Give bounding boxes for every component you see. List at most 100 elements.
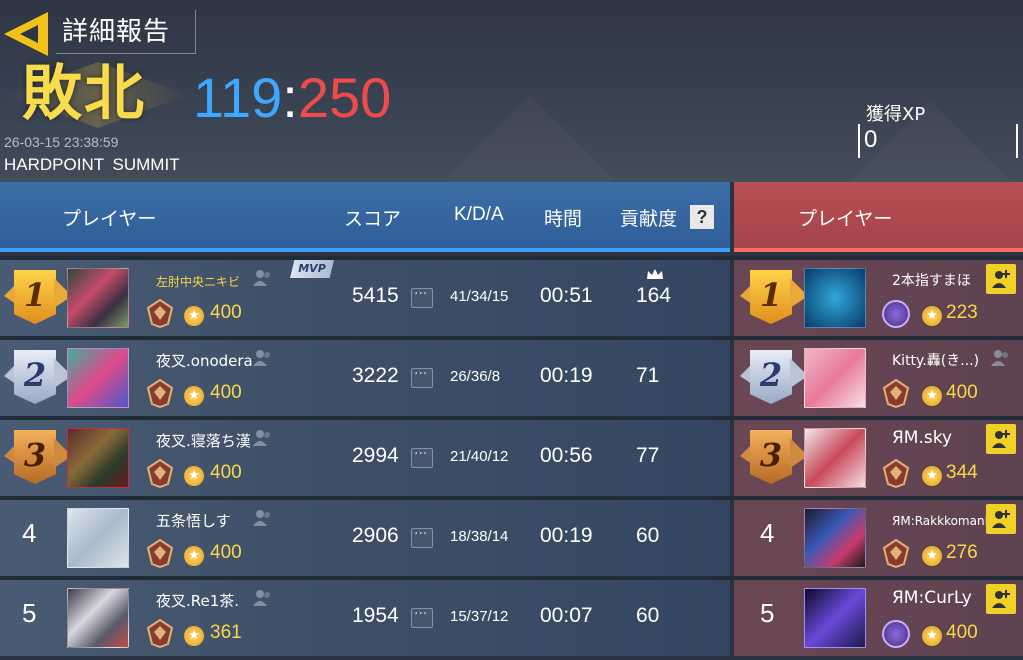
player-time: 00:07 — [540, 604, 593, 627]
player-name[interactable]: ЯM:CurLy — [892, 588, 972, 608]
coin-icon: ★ — [184, 306, 204, 326]
rank-badge: 3 — [750, 430, 792, 484]
player-kda: 15/37/12 — [450, 608, 509, 625]
column-enemy-player: プレイヤー — [798, 208, 893, 230]
player-score: 3222 — [352, 364, 399, 387]
player-name[interactable]: 2本指すまほ — [892, 270, 971, 290]
player-name[interactable]: 夜叉.Re1茶. — [156, 590, 239, 611]
friend-icon[interactable] — [252, 508, 274, 528]
team-row[interactable]: 2 夜叉.onodera ★ 400 3222 26/36/8 00:19 71 — [0, 340, 730, 416]
player-score: 2994 — [352, 444, 399, 467]
avatar[interactable] — [804, 348, 866, 408]
player-score: 1954 — [352, 604, 399, 627]
friend-icon[interactable] — [252, 268, 274, 288]
team-row[interactable]: 1 左肘中央ニキビ ★ 400 MVP 5415 41/34/15 00:51 … — [0, 260, 730, 336]
coin-icon: ★ — [922, 546, 942, 566]
add-friend-button[interactable] — [986, 264, 1016, 294]
xp-box — [858, 124, 1018, 158]
add-friend-button[interactable] — [986, 424, 1016, 454]
xp-label: 獲得XP — [866, 104, 926, 125]
add-friend-icon — [992, 430, 1010, 448]
coin-icon: ★ — [184, 386, 204, 406]
avatar[interactable] — [67, 508, 129, 568]
avatar[interactable] — [804, 588, 866, 648]
help-icon[interactable]: ? — [690, 205, 714, 229]
coin-value: 400 — [210, 302, 242, 323]
friend-icon[interactable] — [252, 588, 274, 608]
more-icon[interactable] — [411, 366, 433, 388]
avatar[interactable] — [804, 268, 866, 328]
back-arrow-icon[interactable] — [4, 12, 48, 56]
rank-number: 5 — [22, 598, 37, 628]
coin-icon: ★ — [922, 306, 942, 326]
add-friend-icon — [992, 590, 1010, 608]
xp-value: 0 — [864, 126, 878, 153]
enemy-row[interactable]: 3 ЯM.sky ★ 344 — [734, 420, 1023, 496]
avatar[interactable] — [67, 588, 129, 648]
friend-icon[interactable] — [252, 428, 274, 448]
crown-icon — [647, 269, 663, 279]
player-contribution: 60 — [636, 524, 660, 547]
column-score: スコア — [344, 208, 402, 230]
enemy-row[interactable]: 5 ЯM:CurLy ★ 400 — [734, 580, 1023, 656]
player-contribution: 60 — [636, 604, 660, 627]
score-separator: : — [282, 66, 298, 129]
player-kda: 21/40/12 — [450, 448, 509, 465]
background-shape — [445, 95, 615, 182]
friend-icon[interactable] — [252, 348, 274, 368]
rank-number: 4 — [760, 518, 775, 548]
player-name[interactable]: Kitty.轟(き...) — [892, 350, 979, 370]
player-name[interactable]: 夜叉.寝落ち漢 — [156, 430, 251, 451]
mvp-badge: MVP — [290, 260, 334, 278]
player-kda: 41/34/15 — [450, 288, 509, 305]
more-icon[interactable] — [411, 526, 433, 548]
add-friend-button[interactable] — [986, 504, 1016, 534]
player-name[interactable]: 夜叉.onodera — [156, 350, 253, 371]
coin-value: 400 — [210, 462, 242, 483]
rank-emblem-icon — [146, 298, 174, 328]
team-column-header: プレイヤー スコア K/D/A 時間 貢献度 — [0, 182, 730, 252]
player-time: 00:56 — [540, 444, 593, 467]
rank-badge: 1 — [750, 270, 792, 324]
player-time: 00:51 — [540, 284, 593, 307]
rank-emblem-icon — [146, 618, 174, 648]
coin-icon: ★ — [922, 386, 942, 406]
avatar[interactable] — [67, 348, 129, 408]
rank-emblem-icon — [882, 538, 910, 568]
player-contribution: 77 — [636, 444, 660, 467]
avatar[interactable] — [67, 268, 129, 328]
coin-icon: ★ — [184, 466, 204, 486]
player-name[interactable]: ЯM:RakkkomanN — [892, 514, 994, 528]
match-mode: HARDPOINT SUMMIT — [4, 155, 180, 174]
friend-icon[interactable] — [990, 348, 1012, 368]
player-score: 2906 — [352, 524, 399, 547]
more-icon[interactable] — [411, 286, 433, 308]
add-friend-button[interactable] — [986, 584, 1016, 614]
avatar[interactable] — [804, 428, 866, 488]
row-background — [734, 500, 1023, 576]
enemy-row[interactable]: 1 2本指すまほ ★ 223 — [734, 260, 1023, 336]
coin-value: 400 — [210, 542, 242, 563]
team-row[interactable]: 4 五条悟しす ★ 400 2906 18/38/14 00:19 60 — [0, 500, 730, 576]
rank-badge: 1 — [14, 270, 56, 324]
team-row[interactable]: 3 夜叉.寝落ち漢 ★ 400 2994 21/40/12 00:56 77 — [0, 420, 730, 496]
rank-emblem-icon — [146, 538, 174, 568]
player-kda: 26/36/8 — [450, 368, 501, 385]
team-row[interactable]: 5 夜叉.Re1茶. ★ 361 1954 15/37/12 00:07 60 — [0, 580, 730, 656]
enemy-row[interactable]: 4 ЯM:RakkkomanN ★ 276 — [734, 500, 1023, 576]
player-time: 00:19 — [540, 524, 593, 547]
coin-value: 400 — [946, 382, 978, 403]
rank-emblem-icon — [882, 458, 910, 488]
player-name[interactable]: ЯM.sky — [892, 428, 952, 448]
avatar[interactable] — [804, 508, 866, 568]
rank-number: 5 — [760, 598, 775, 628]
avatar[interactable] — [67, 428, 129, 488]
enemy-row[interactable]: 2 Kitty.轟(き...) ★ 400 — [734, 340, 1023, 416]
rank-emblem-icon — [146, 378, 174, 408]
rank-badge: 2 — [750, 350, 792, 404]
more-icon[interactable] — [411, 606, 433, 628]
coin-value: 223 — [946, 302, 978, 323]
player-name[interactable]: 五条悟しす — [156, 510, 231, 531]
more-icon[interactable] — [411, 446, 433, 468]
player-name[interactable]: 左肘中央ニキビ — [156, 273, 240, 290]
